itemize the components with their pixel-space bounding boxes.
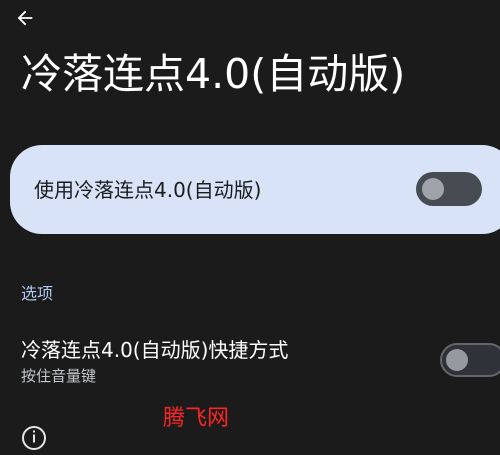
watermark: 腾飞网 bbox=[163, 406, 230, 431]
shortcut-setting-item[interactable]: 冷落连点4.0(自动版)快捷方式 按住音量键 bbox=[0, 330, 500, 394]
arrow-back-icon bbox=[17, 10, 33, 26]
shortcut-title: 冷落连点4.0(自动版)快捷方式 bbox=[21, 338, 289, 362]
shortcut-toggle-switch[interactable] bbox=[440, 343, 500, 377]
section-header-options: 选项 bbox=[21, 284, 54, 303]
shortcut-subtitle: 按住音量键 bbox=[21, 367, 97, 385]
main-toggle-switch[interactable] bbox=[416, 172, 482, 206]
back-button[interactable] bbox=[12, 5, 38, 31]
main-toggle-label: 使用冷落连点4.0(自动版) bbox=[34, 178, 262, 202]
main-toggle-card[interactable]: 使用冷落连点4.0(自动版) bbox=[10, 145, 500, 234]
switch-knob bbox=[422, 178, 444, 200]
info-icon bbox=[21, 425, 47, 451]
page-title: 冷落连点4.0(自动版) bbox=[21, 50, 406, 98]
switch-knob bbox=[446, 349, 468, 371]
